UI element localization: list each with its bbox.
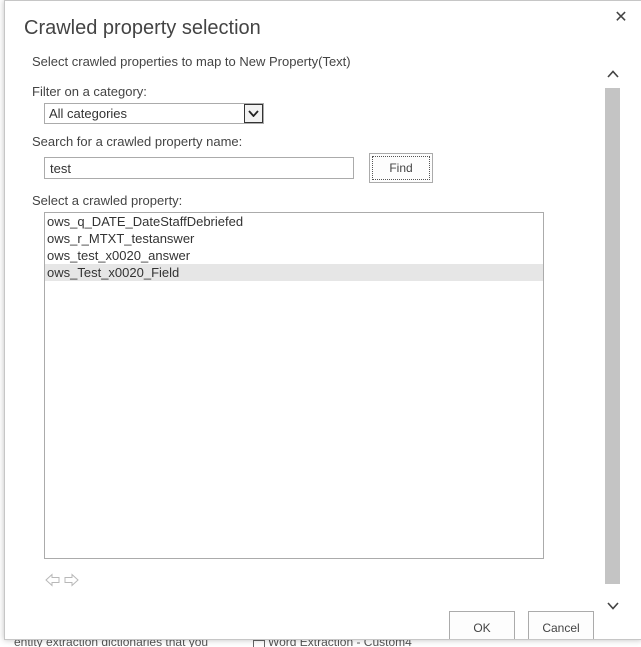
scroll-down-icon[interactable] [604, 595, 621, 617]
crawled-property-list[interactable]: ows_q_DATE_DateStaffDebriefed ows_r_MTXT_… [44, 212, 544, 559]
list-item[interactable]: ows_test_x0020_answer [45, 247, 543, 264]
dialog-content: Select crawled properties to map to New … [5, 1, 605, 639]
ok-button-label: OK [473, 621, 491, 635]
scroll-track[interactable] [605, 88, 620, 584]
previous-page-icon[interactable] [45, 573, 60, 587]
crawled-property-dialog: Crawled property selection ✕ Select craw… [4, 0, 641, 640]
next-page-icon[interactable] [64, 573, 79, 587]
search-input[interactable] [44, 157, 354, 179]
cancel-button[interactable]: Cancel [528, 611, 594, 639]
pager [45, 573, 79, 587]
ok-button[interactable]: OK [449, 611, 515, 639]
intro-text: Select crawled properties to map to New … [32, 54, 351, 69]
scroll-thumb[interactable] [605, 88, 620, 584]
close-icon[interactable]: ✕ [613, 10, 629, 26]
cancel-button-label: Cancel [542, 621, 580, 635]
focus-ring [372, 156, 430, 180]
category-select[interactable]: All categories [44, 103, 264, 124]
list-label: Select a crawled property: [32, 193, 183, 208]
search-label: Search for a crawled property name: [32, 134, 243, 149]
scroll-up-icon[interactable] [604, 63, 621, 85]
find-button[interactable]: Find [369, 153, 433, 183]
background-checkbox [253, 640, 265, 647]
category-select-value: All categories [49, 106, 128, 121]
list-item[interactable]: ows_r_MTXT_testanswer [45, 230, 543, 247]
chevron-down-icon[interactable] [244, 104, 263, 123]
dialog-scrollbar[interactable] [604, 63, 621, 619]
list-item[interactable]: ows_Test_x0020_Field [45, 264, 543, 281]
filter-label: Filter on a category: [32, 84, 147, 99]
list-item[interactable]: ows_q_DATE_DateStaffDebriefed [45, 213, 543, 230]
